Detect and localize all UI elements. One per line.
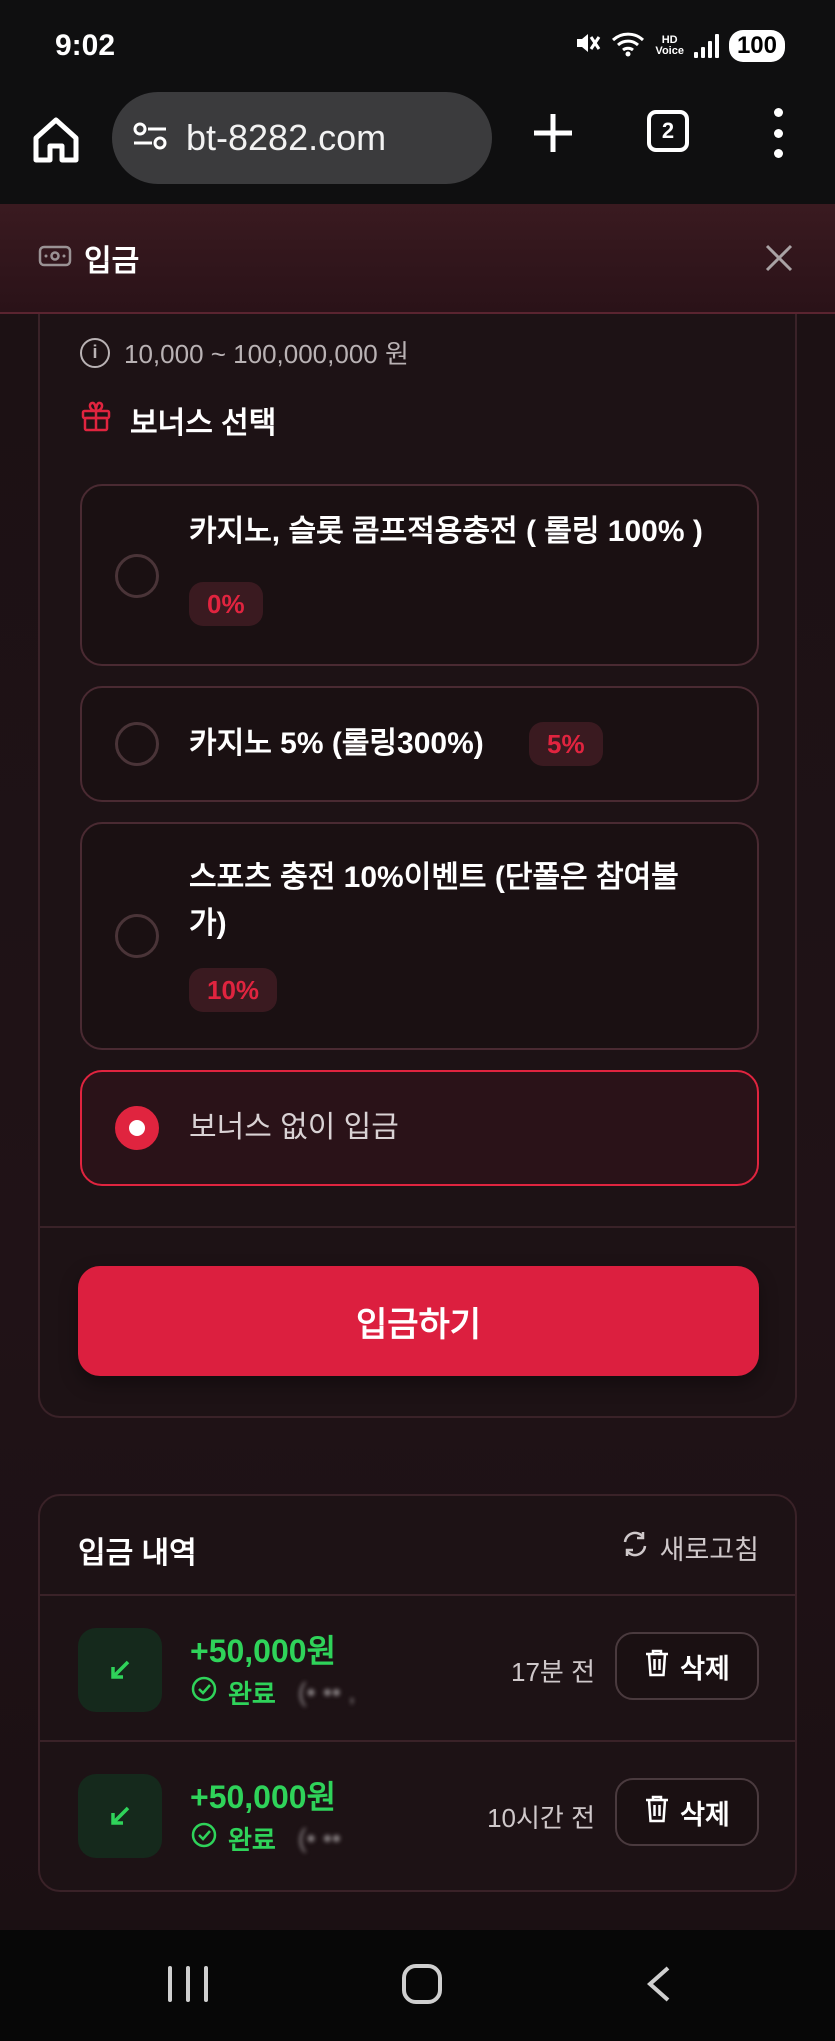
history-amount: +50,000원 xyxy=(190,1779,337,1815)
modal-title: 입금 xyxy=(84,245,140,278)
back-icon[interactable] xyxy=(640,1964,680,2004)
masked-info: (• •• , xyxy=(297,1677,356,1707)
hd-voice-icon: HD Voice xyxy=(655,35,684,57)
refresh-label: 새로고침 xyxy=(659,1535,759,1565)
bonus-percent-badge: 10% xyxy=(189,968,278,1012)
close-icon[interactable] xyxy=(763,242,795,274)
battery-indicator: 100 xyxy=(728,30,785,62)
bonus-option-label: 카지노 5% (롤링300%) xyxy=(189,727,484,760)
deposit-arrow-icon xyxy=(78,1774,162,1858)
trash-icon xyxy=(644,1648,670,1685)
delete-button[interactable]: 삭제 xyxy=(615,1632,759,1700)
radio-button-selected[interactable] xyxy=(115,1106,159,1150)
deposit-history-card: 입금 내역 새로고침 +50,000원 완료 (• •• , 17분 전 삭제 … xyxy=(38,1494,797,1892)
voice-label: Voice xyxy=(655,45,684,57)
system-home-icon[interactable] xyxy=(402,1964,442,2004)
gift-icon xyxy=(80,400,112,440)
new-tab-icon[interactable] xyxy=(530,110,576,156)
bonus-option-casino-5[interactable]: 카지노 5% (롤링300%) 5% xyxy=(80,686,759,802)
bonus-percent-badge: 5% xyxy=(529,722,603,766)
masked-info: (• •• xyxy=(297,1823,342,1853)
url-text: bt-8282.com xyxy=(186,117,387,158)
deposit-submit-button[interactable]: 입금하기 xyxy=(78,1266,759,1376)
info-icon: i xyxy=(80,337,110,368)
history-status: 완료 (• •• xyxy=(190,1820,341,1857)
wifi-icon xyxy=(611,30,645,63)
history-status: 완료 (• •• , xyxy=(190,1674,355,1711)
refresh-icon xyxy=(620,1529,650,1566)
modal-body[interactable]: i 10,000 ~ 100,000,000 원 보너스 선택 카지노, 슬롯 … xyxy=(0,314,835,1930)
radio-button[interactable] xyxy=(115,554,159,598)
signal-icon xyxy=(693,34,719,58)
trash-icon xyxy=(644,1794,670,1831)
amount-range-info: i 10,000 ~ 100,000,000 원 xyxy=(80,334,409,371)
refresh-button[interactable]: 새로고침 xyxy=(620,1528,759,1567)
radio-button[interactable] xyxy=(115,914,159,958)
modal-header: 입금 xyxy=(0,204,835,314)
status-text: 완료 xyxy=(228,1679,276,1709)
status-bar: 9:02 HD Voice 100 xyxy=(0,0,835,92)
amount-range-text: 10,000 ~ 100,000,000 원 xyxy=(124,339,409,369)
cash-icon xyxy=(38,244,72,273)
address-bar[interactable]: bt-8282.com xyxy=(112,92,492,184)
deposit-card: i 10,000 ~ 100,000,000 원 보너스 선택 카지노, 슬롯 … xyxy=(38,314,797,1418)
tab-switcher-button[interactable]: 2 xyxy=(647,110,689,152)
history-title: 입금 내역 xyxy=(78,1537,197,1570)
menu-icon[interactable] xyxy=(768,108,788,158)
radio-button[interactable] xyxy=(115,722,159,766)
history-header: 입금 내역 새로고침 xyxy=(40,1496,795,1596)
site-settings-icon[interactable] xyxy=(132,121,168,156)
history-time: 10시간 전 xyxy=(487,1803,595,1833)
divider xyxy=(40,1226,795,1228)
history-amount: +50,000원 xyxy=(190,1633,337,1669)
bonus-option-label-line1: 스포츠 충전 10%이벤트 (단폴은 참여불 xyxy=(189,861,679,894)
home-icon[interactable] xyxy=(30,114,82,166)
bonus-option-label-line2: 가) xyxy=(189,907,227,940)
bonus-option-label: 보너스 없이 입금 xyxy=(189,1111,399,1144)
bonus-option-sports-10[interactable]: 스포츠 충전 10%이벤트 (단폴은 참여불 가) 10% xyxy=(80,822,759,1050)
bonus-option-none[interactable]: 보너스 없이 입금 xyxy=(80,1070,759,1186)
status-time: 9:02 xyxy=(55,29,116,62)
check-circle-icon xyxy=(190,1821,218,1856)
status-icons: HD Voice 100 xyxy=(573,29,785,64)
delete-button[interactable]: 삭제 xyxy=(615,1778,759,1846)
bonus-percent-badge: 0% xyxy=(189,582,263,626)
check-circle-icon xyxy=(190,1675,218,1710)
status-text: 완료 xyxy=(228,1825,276,1855)
deposit-arrow-icon xyxy=(78,1628,162,1712)
browser-toolbar: bt-8282.com 2 xyxy=(0,92,835,204)
bonus-title-text: 보너스 선택 xyxy=(130,407,277,440)
history-row: +50,000원 완료 (• •• , 17분 전 삭제 xyxy=(40,1596,795,1742)
recent-apps-icon[interactable] xyxy=(168,1966,208,2002)
bonus-option-casino-slot[interactable]: 카지노, 슬롯 콤프적용충전 ( 롤링 100% ) 0% xyxy=(80,484,759,666)
delete-label: 삭제 xyxy=(680,1653,730,1684)
delete-label: 삭제 xyxy=(680,1799,730,1830)
bonus-section-title: 보너스 선택 xyxy=(80,398,276,442)
mute-icon xyxy=(573,29,601,64)
history-row: +50,000원 완료 (• •• 10시간 전 삭제 xyxy=(40,1742,795,1888)
bonus-option-label: 카지노, 슬롯 콤프적용충전 ( 롤링 100% ) xyxy=(189,515,703,548)
history-time: 17분 전 xyxy=(511,1657,595,1687)
system-nav-bar xyxy=(0,1930,835,2041)
